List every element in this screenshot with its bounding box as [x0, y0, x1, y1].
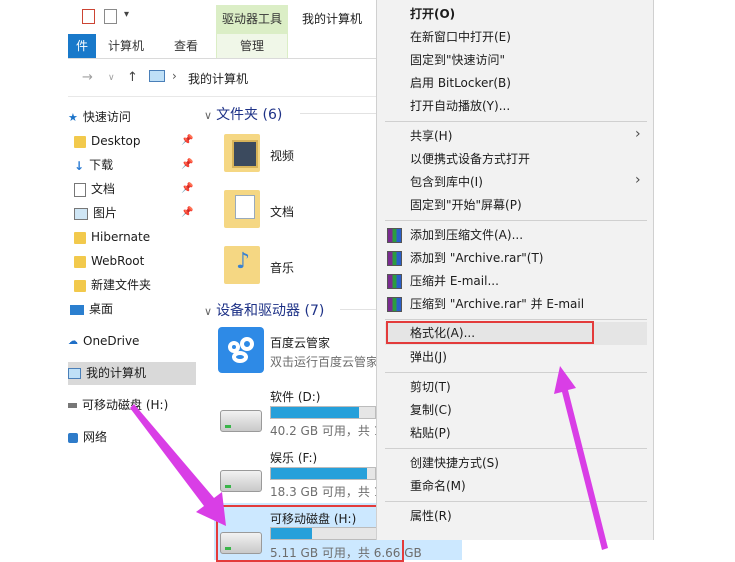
arrow-to-drive-icon — [130, 404, 226, 526]
arrow-to-format-icon — [554, 366, 608, 550]
annotation-arrows — [130, 366, 608, 550]
